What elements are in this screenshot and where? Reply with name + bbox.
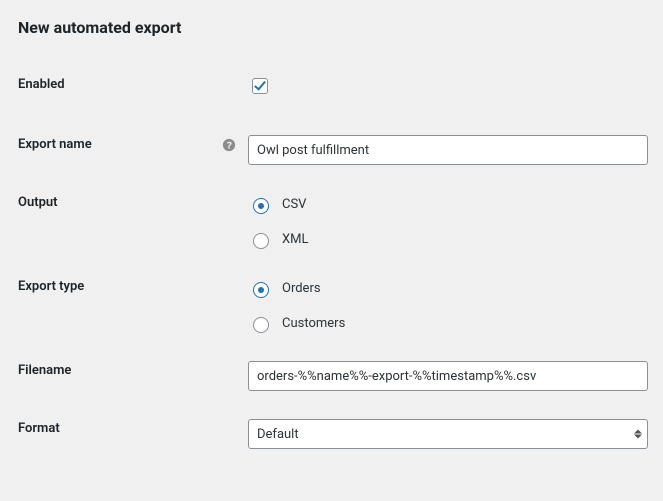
enabled-label: Enabled: [18, 77, 65, 92]
label-col: Enabled: [18, 75, 248, 92]
row-format: Format Default: [18, 405, 645, 463]
filename-label: Filename: [18, 363, 71, 378]
page-title: New automated export: [18, 18, 645, 37]
row-filename: Filename: [18, 347, 645, 405]
row-export-name: Export name: [18, 121, 645, 179]
format-label: Format: [18, 421, 60, 436]
label-col: Format: [18, 419, 248, 436]
output-csv-label[interactable]: CSV: [282, 197, 306, 212]
export-type-label: Export type: [18, 279, 84, 294]
output-xml-radio[interactable]: [253, 233, 269, 249]
output-radio-group: CSV XML: [248, 193, 645, 249]
settings-form: New automated export Enabled Export name…: [0, 0, 663, 481]
export-type-radio-group: Orders Customers: [248, 277, 645, 333]
export-name-input[interactable]: [248, 135, 648, 165]
select-wrap: Default: [248, 419, 648, 449]
field-col: [248, 361, 648, 391]
label-col: Export type: [18, 277, 248, 294]
radio-item: XML: [248, 230, 645, 249]
label-col: Export name: [18, 135, 248, 152]
export-name-label: Export name: [18, 137, 92, 152]
row-output: Output CSV XML: [18, 179, 645, 263]
radio-item: Orders: [248, 279, 645, 298]
label-col: Output: [18, 193, 248, 210]
radio-item: CSV: [248, 195, 645, 214]
field-col: [248, 135, 648, 165]
filename-input[interactable]: [248, 361, 648, 391]
enabled-checkbox[interactable]: [252, 78, 268, 94]
field-col: Orders Customers: [248, 277, 645, 333]
format-select[interactable]: Default: [248, 419, 648, 449]
help-icon[interactable]: [222, 138, 236, 152]
radio-item: Customers: [248, 314, 645, 333]
field-col: [248, 75, 645, 101]
field-col: CSV XML: [248, 193, 645, 249]
export-type-orders-radio[interactable]: [253, 282, 269, 298]
row-export-type: Export type Orders Customers: [18, 263, 645, 347]
output-label: Output: [18, 195, 58, 210]
output-csv-radio[interactable]: [253, 198, 269, 214]
output-xml-label[interactable]: XML: [282, 232, 309, 247]
label-col: Filename: [18, 361, 248, 378]
export-type-orders-label[interactable]: Orders: [282, 281, 321, 296]
field-col: Default: [248, 419, 648, 449]
export-type-customers-radio[interactable]: [253, 317, 269, 333]
row-enabled: Enabled: [18, 55, 645, 121]
export-type-customers-label[interactable]: Customers: [282, 316, 345, 331]
